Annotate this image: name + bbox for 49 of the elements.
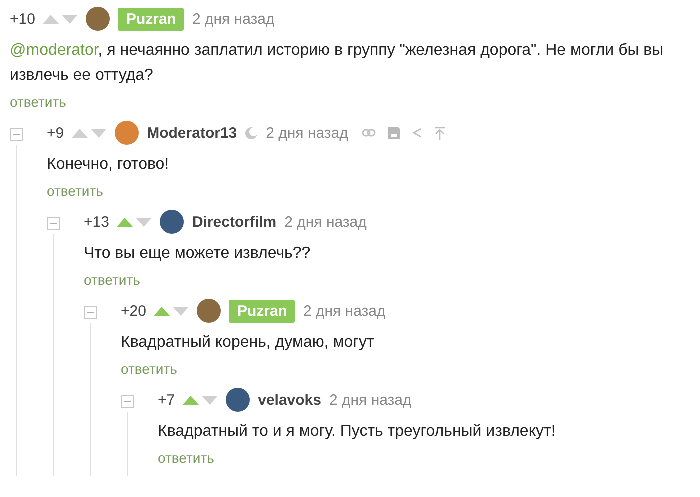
author-name[interactable]: Puzran [118,8,184,30]
upvote-icon[interactable] [154,306,170,316]
downvote-icon[interactable] [136,218,152,226]
collapse-toggle[interactable] [121,395,134,408]
collapse-toggle[interactable] [84,306,97,319]
downvote-icon[interactable] [91,128,108,138]
reply-link[interactable]: ответить [121,361,178,377]
upvote-icon[interactable] [117,218,134,226]
scroll-top-icon[interactable] [435,126,446,140]
comment-text: Что вы еще можете извлечь?? [84,244,312,264]
downvote-icon[interactable] [202,396,218,404]
upvote-icon[interactable] [72,128,88,138]
comment-text: Квадратный корень, думаю, могут [121,333,376,353]
reply-link[interactable]: ответить [47,183,104,199]
comment-text: Квадратный то и я могу. Пусть треугольный извлекут! [158,422,557,442]
comment-time: 2 дня назад [192,10,275,28]
reply-link[interactable]: ответить [84,272,140,288]
comment-time: 2 дня назад [284,214,367,230]
comment-rating: +7 [158,392,176,408]
upvote-icon[interactable] [183,396,200,404]
author-name[interactable]: Directorfilm [192,214,277,230]
comment-time: 2 дня назад [303,302,386,320]
author-name[interactable]: Puzran [229,300,296,322]
comment-rating: +9 [47,124,64,142]
reply-link[interactable]: ответить [158,450,214,466]
collapse-toggle[interactable] [10,128,23,141]
save-icon[interactable] [388,127,400,139]
avatar[interactable] [226,388,250,412]
author-name[interactable]: Moderator13 [147,124,238,142]
link-icon[interactable] [362,129,376,137]
comment-rating: +13 [84,214,110,230]
reply-link[interactable]: ответить [10,94,66,110]
downvote-icon[interactable] [62,14,78,24]
comment-time: 2 дня назад [330,392,412,408]
share-icon[interactable] [412,127,424,139]
downvote-icon[interactable] [173,306,190,316]
comment-time: 2 дня назад [266,124,348,142]
mention-link[interactable]: @moderator [10,42,98,59]
comment-rating: +20 [121,302,146,320]
comment-text: @moderator, я нечаянно заплатил историю в группу "железная дорога". Не могли бы вы извлечь ее оттуда? [10,41,665,86]
author-name[interactable]: velavoks [258,392,322,408]
avatar[interactable] [197,299,222,323]
avatar[interactable] [115,121,140,145]
avatar[interactable] [160,210,184,234]
upvote-icon[interactable] [43,14,60,24]
collapse-toggle[interactable] [47,217,60,230]
avatar[interactable] [86,7,110,31]
comment-text: Конечно, готово! [47,155,170,175]
comment-rating: +10 [10,10,36,28]
